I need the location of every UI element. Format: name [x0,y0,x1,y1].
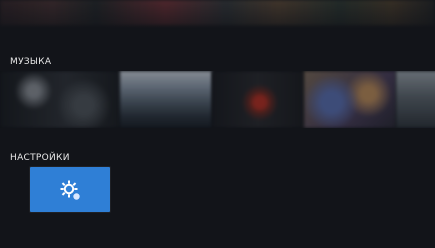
music-tile-3[interactable] [212,71,304,128]
settings-gear-icon [60,180,80,200]
music-tile-5[interactable] [396,71,435,128]
music-section-title: МУЗЫКА [10,57,52,67]
settings-tile[interactable] [30,167,110,212]
music-tile-2[interactable] [120,71,212,128]
settings-section-title: НАСТРОЙКИ [10,153,70,163]
music-tile-1[interactable] [0,71,120,128]
top-row-fade [0,0,435,32]
music-row [0,71,435,128]
music-tile-4[interactable] [304,71,396,128]
